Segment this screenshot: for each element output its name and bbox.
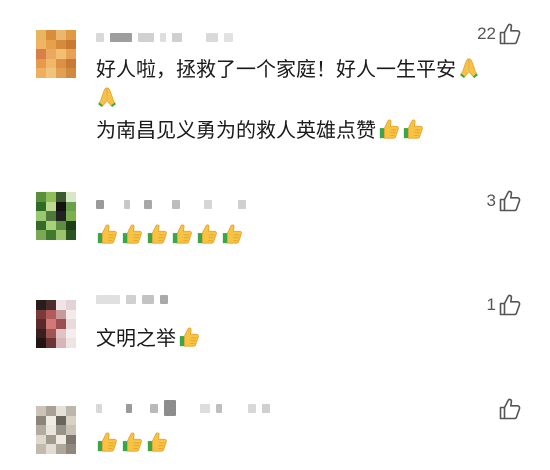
avatar[interactable] [36,406,76,454]
emoji-row [96,223,243,245]
thumbs-up-outline-icon [498,22,522,46]
avatar[interactable] [36,192,76,240]
emoji-group [458,57,480,79]
username-blurred[interactable] [96,198,246,210]
comment-text: 为南昌见义勇为的救人英雄点赞 [96,117,424,143]
thumbs-up-outline-icon [498,293,522,317]
thumbs-up-emoji [402,118,424,140]
comment-text: 好人啦，拯救了一个家庭！好人一生平安 [96,56,480,82]
emoji-row [96,86,118,108]
emoji-group [378,118,424,140]
thumbs-up-emoji [146,431,168,453]
username-blurred[interactable] [96,293,168,305]
like-button[interactable]: 1 [487,293,522,317]
emoji-group [178,326,200,348]
username-blurred[interactable] [96,400,270,416]
thumbs-up-emoji [378,118,400,140]
thumbs-up-outline-icon [498,397,522,421]
like-button[interactable]: 3 [487,189,522,213]
thumbs-up-emoji [171,223,193,245]
thumbs-up-emoji [121,223,143,245]
comment-text-line-2: 为南昌见义勇为的救人英雄点赞 [96,118,376,142]
folded-hands-emoji [458,57,480,79]
thumbs-up-emoji [146,223,168,245]
folded-hands-emoji [96,86,118,108]
comment-text-line-1: 好人啦，拯救了一个家庭！好人一生平安 [96,57,456,81]
thumbs-up-emoji [196,223,218,245]
like-count: 3 [486,191,496,210]
comment-text: 文明之举 [96,325,200,351]
thumbs-up-emoji [121,431,143,453]
thumbs-up-emoji [178,326,200,348]
thumbs-up-outline-icon [498,189,522,213]
avatar[interactable] [36,30,76,78]
like-button[interactable]: 22 [477,22,522,46]
like-count: 1 [486,295,496,314]
like-button[interactable] [496,397,522,421]
avatar[interactable] [36,300,76,348]
thumbs-up-emoji [96,431,118,453]
emoji-row [96,431,168,453]
thumbs-up-emoji [96,223,118,245]
username-blurred[interactable] [96,31,233,43]
thumbs-up-emoji [221,223,243,245]
like-count: 22 [477,24,496,43]
comment-text-line-1: 文明之举 [96,326,176,350]
